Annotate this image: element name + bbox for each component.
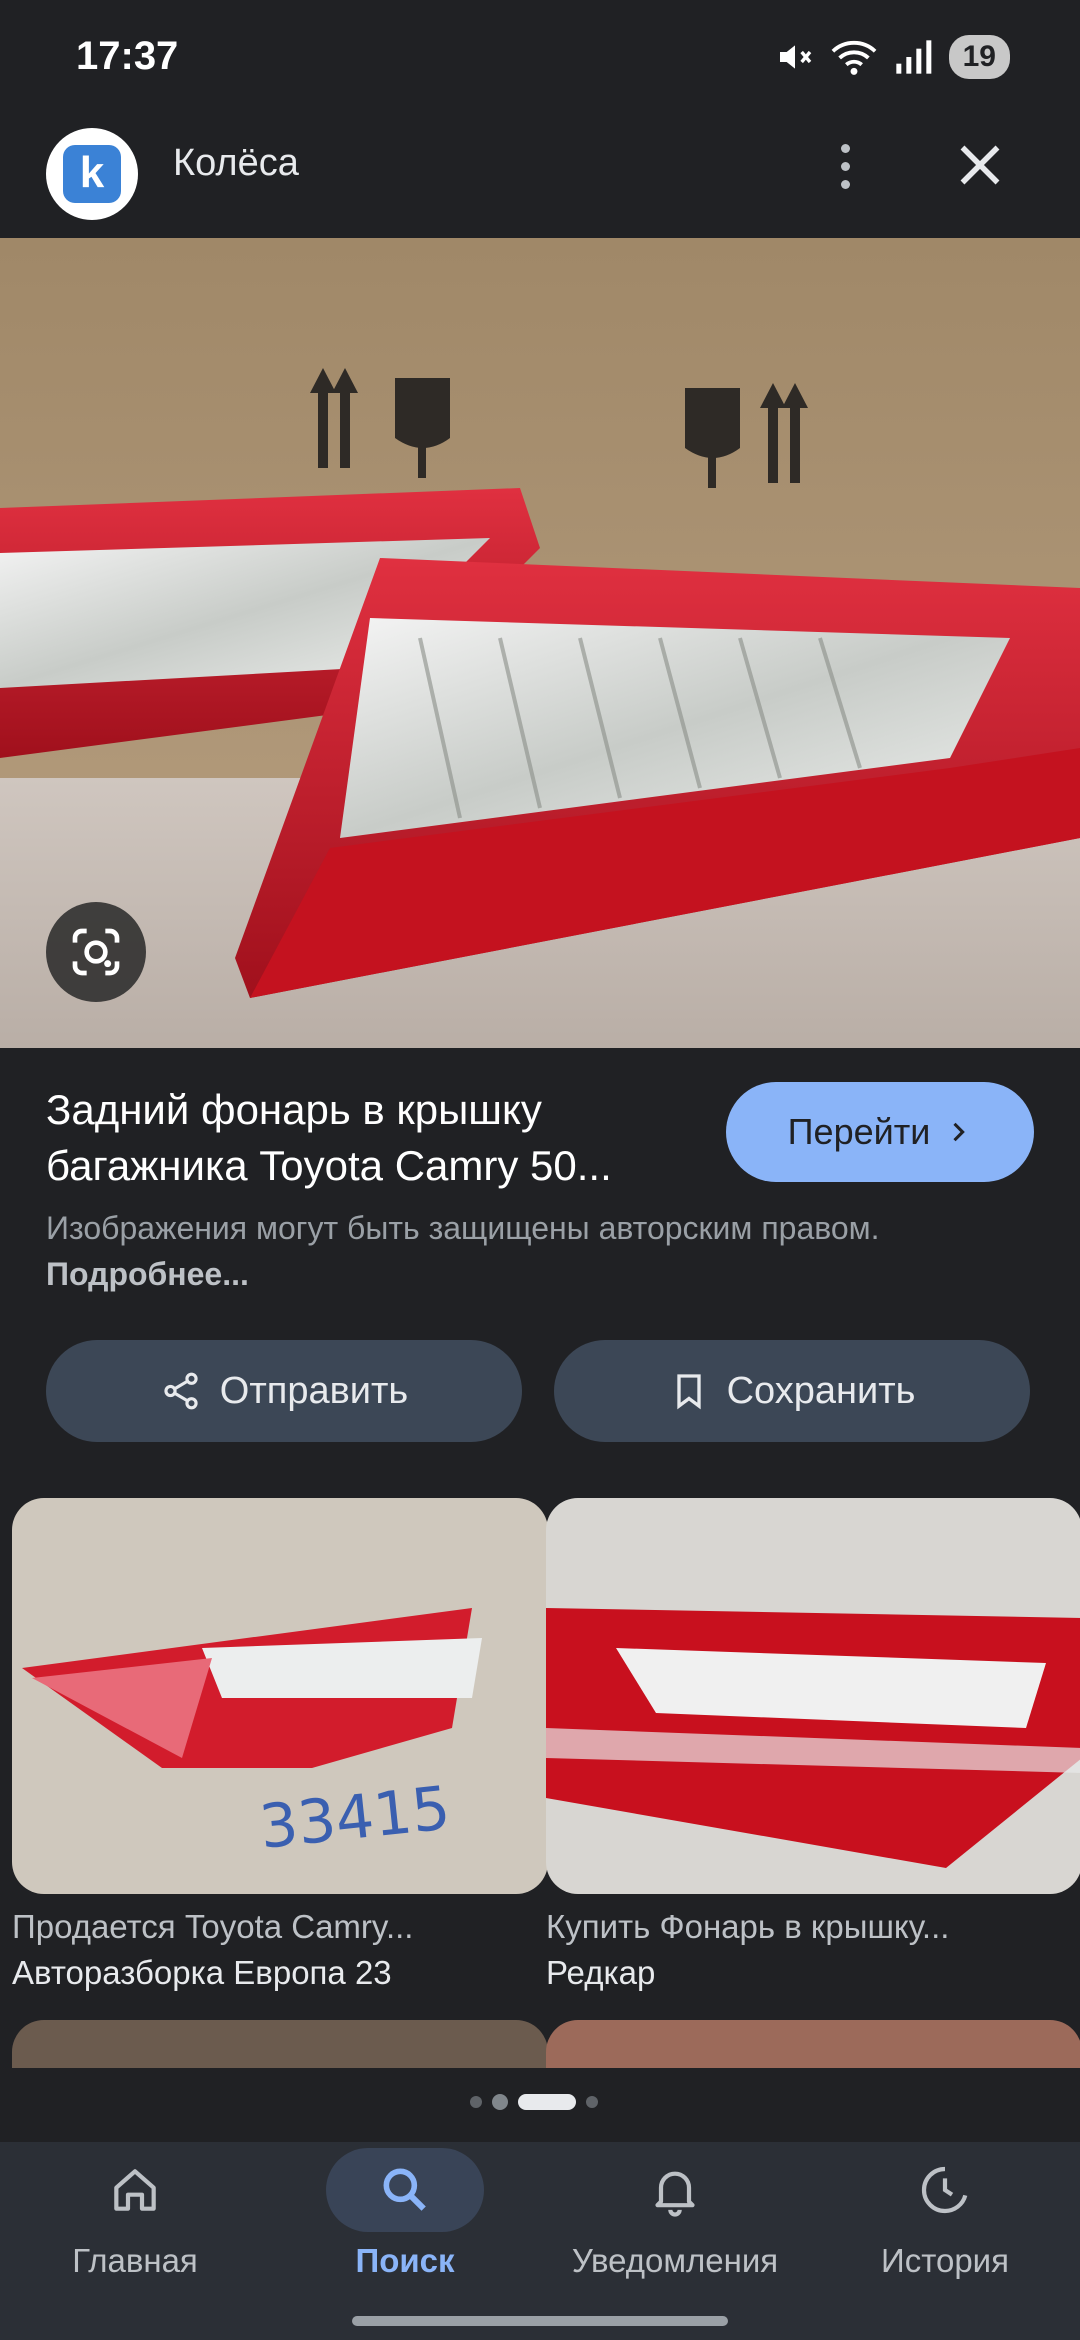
tail-light-photo [0,238,1080,1048]
site-logo: k [46,128,138,220]
bell-icon [655,2171,695,2217]
battery-indicator: 19 [948,35,1010,79]
nav-notifications[interactable]: Уведомления [540,2150,810,2280]
home-icon [114,2169,156,2211]
search-icon [383,2168,426,2211]
nav-notifications-label: Уведомления [571,2242,779,2279]
share-button[interactable]: Отправить [46,1340,522,1442]
page-indicator [470,2094,598,2110]
nav-history[interactable]: История [810,2150,1080,2280]
save-label: Сохранить [726,1369,916,1412]
close-icon [960,145,1000,185]
share-label: Отправить [219,1369,409,1412]
page-dot [470,2096,482,2108]
visit-button-label: Перейти [787,1111,931,1152]
tail-light-thumbnail: 33415 [12,1498,548,1894]
mute-icon [779,45,811,69]
signal-icon [895,40,931,74]
result-title[interactable]: Задний фонарь в крышку багажника Toyota … [46,1082,696,1194]
close-button[interactable] [950,135,1010,195]
visit-button[interactable]: Перейти [726,1082,1034,1182]
related-title: Продается Toyota Camry... [12,1908,414,1945]
active-nav-pill [326,2148,484,2232]
related-image: 33415 [12,1498,548,1894]
related-source: Редкар [546,1954,656,1991]
nav-search[interactable]: Поиск [270,2148,540,2280]
more-dot [840,161,850,171]
related-title: Купить Фонарь в крышку... [546,1908,950,1945]
related-source: Авторазборка Европа 23 [12,1954,392,1991]
site-title: Колёса [173,142,299,184]
google-lens-button[interactable] [46,902,146,1002]
site-logo-letter: k [63,145,121,203]
main-image[interactable] [0,238,1080,1048]
tail-light-thumbnail [546,1498,1080,1894]
app-header [0,120,1080,238]
more-options-button[interactable] [820,136,870,196]
wifi-icon [831,41,877,75]
related-image-peek[interactable] [546,2020,1080,2068]
copyright-text: Изображения могут быть защищены авторски… [46,1210,880,1246]
status-icons: 19 [775,34,1010,80]
related-image-peek[interactable] [12,2020,548,2068]
share-icon [164,1372,198,1410]
page-dot [492,2094,508,2110]
related-result-card[interactable]: Купить Фонарь в крышку... Редкар [546,1498,1080,1992]
copyright-notice: Изображения могут быть защищены авторски… [46,1205,906,1297]
page-dot-active [518,2094,576,2110]
related-image [546,1498,1080,1894]
history-icon [921,2166,969,2214]
chevron-right-icon [953,1122,966,1142]
more-dot [840,179,850,189]
nav-home[interactable]: Главная [0,2150,270,2280]
nav-home-label: Главная [72,2242,198,2279]
related-result-card[interactable]: 33415 Продается Toyota Camry... Авторазб… [12,1498,548,1992]
more-dot [840,143,850,153]
save-button[interactable]: Сохранить [554,1340,1030,1442]
nav-search-label: Поиск [355,2242,455,2279]
status-time: 17:37 [76,34,179,78]
page-dot [586,2096,598,2108]
nav-history-label: История [881,2242,1009,2279]
bookmark-icon [676,1374,701,1410]
gesture-bar[interactable] [352,2316,728,2326]
learn-more-link[interactable]: Подробнее... [46,1256,249,1292]
lens-icon [72,928,120,976]
